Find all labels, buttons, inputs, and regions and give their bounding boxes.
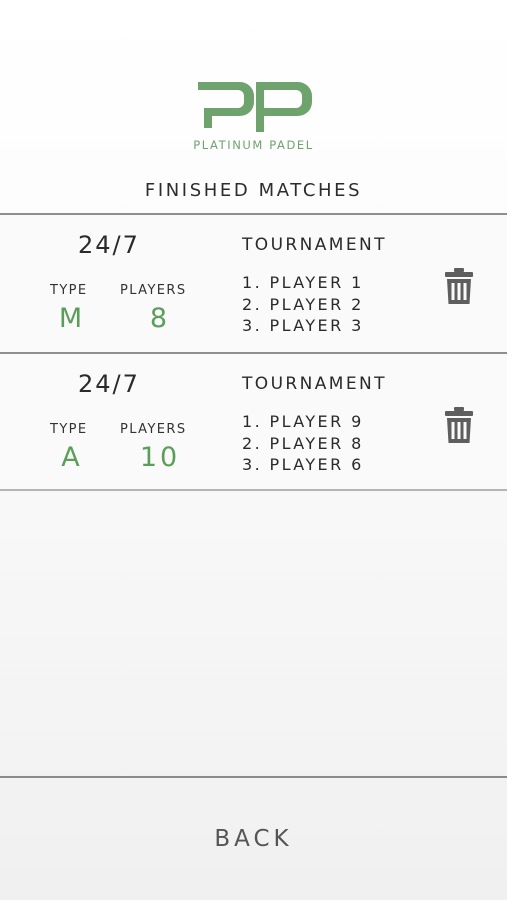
type-value: M xyxy=(58,303,86,334)
ranking-item: 2. PLAYER 8 xyxy=(242,433,364,453)
match-card[interactable]: 24/7 TYPE PLAYERS M 8 TOURNAMENT 1. PLAY… xyxy=(0,213,507,352)
players-label: PLAYERS xyxy=(120,422,187,437)
back-button[interactable]: BACK xyxy=(0,778,507,900)
players-count: 10 xyxy=(139,442,181,473)
app-logo: PLATINUM PADEL xyxy=(0,78,507,152)
trash-icon xyxy=(445,407,473,443)
type-label: TYPE xyxy=(50,422,88,437)
ranking-item: 3. PLAYER 3 xyxy=(242,316,364,335)
type-label: TYPE xyxy=(50,283,88,298)
players-label: PLAYERS xyxy=(120,283,187,298)
players-count: 8 xyxy=(149,303,171,334)
ranking-item: 1. PLAYER 1 xyxy=(242,273,364,292)
match-duration: 24/7 xyxy=(78,231,140,259)
match-duration: 24/7 xyxy=(78,370,140,398)
page-title: FINISHED MATCHES xyxy=(144,180,363,201)
pp-monogram-logo xyxy=(197,82,312,132)
delete-match-button[interactable] xyxy=(444,407,474,443)
delete-match-button[interactable] xyxy=(444,268,474,304)
ranking-list: 1. PLAYER 1 2. PLAYER 2 3. PLAYER 3 xyxy=(242,272,364,337)
type-value: A xyxy=(61,442,83,473)
ranking-item: 2. PLAYER 2 xyxy=(242,294,364,314)
trash-icon xyxy=(445,268,473,304)
ranking-list: 1. PLAYER 9 2. PLAYER 8 3. PLAYER 6 xyxy=(242,411,364,476)
ranking-item: 3. PLAYER 6 xyxy=(242,455,364,474)
ranking-item: 1. PLAYER 9 xyxy=(242,412,364,431)
brand-name: PLATINUM PADEL xyxy=(193,138,314,152)
match-mode: TOURNAMENT xyxy=(242,374,387,394)
match-mode: TOURNAMENT xyxy=(242,235,387,255)
finished-matches-list: 24/7 TYPE PLAYERS M 8 TOURNAMENT 1. PLAY… xyxy=(0,213,507,491)
match-card[interactable]: 24/7 TYPE PLAYERS A 10 TOURNAMENT 1. PLA… xyxy=(0,352,507,491)
